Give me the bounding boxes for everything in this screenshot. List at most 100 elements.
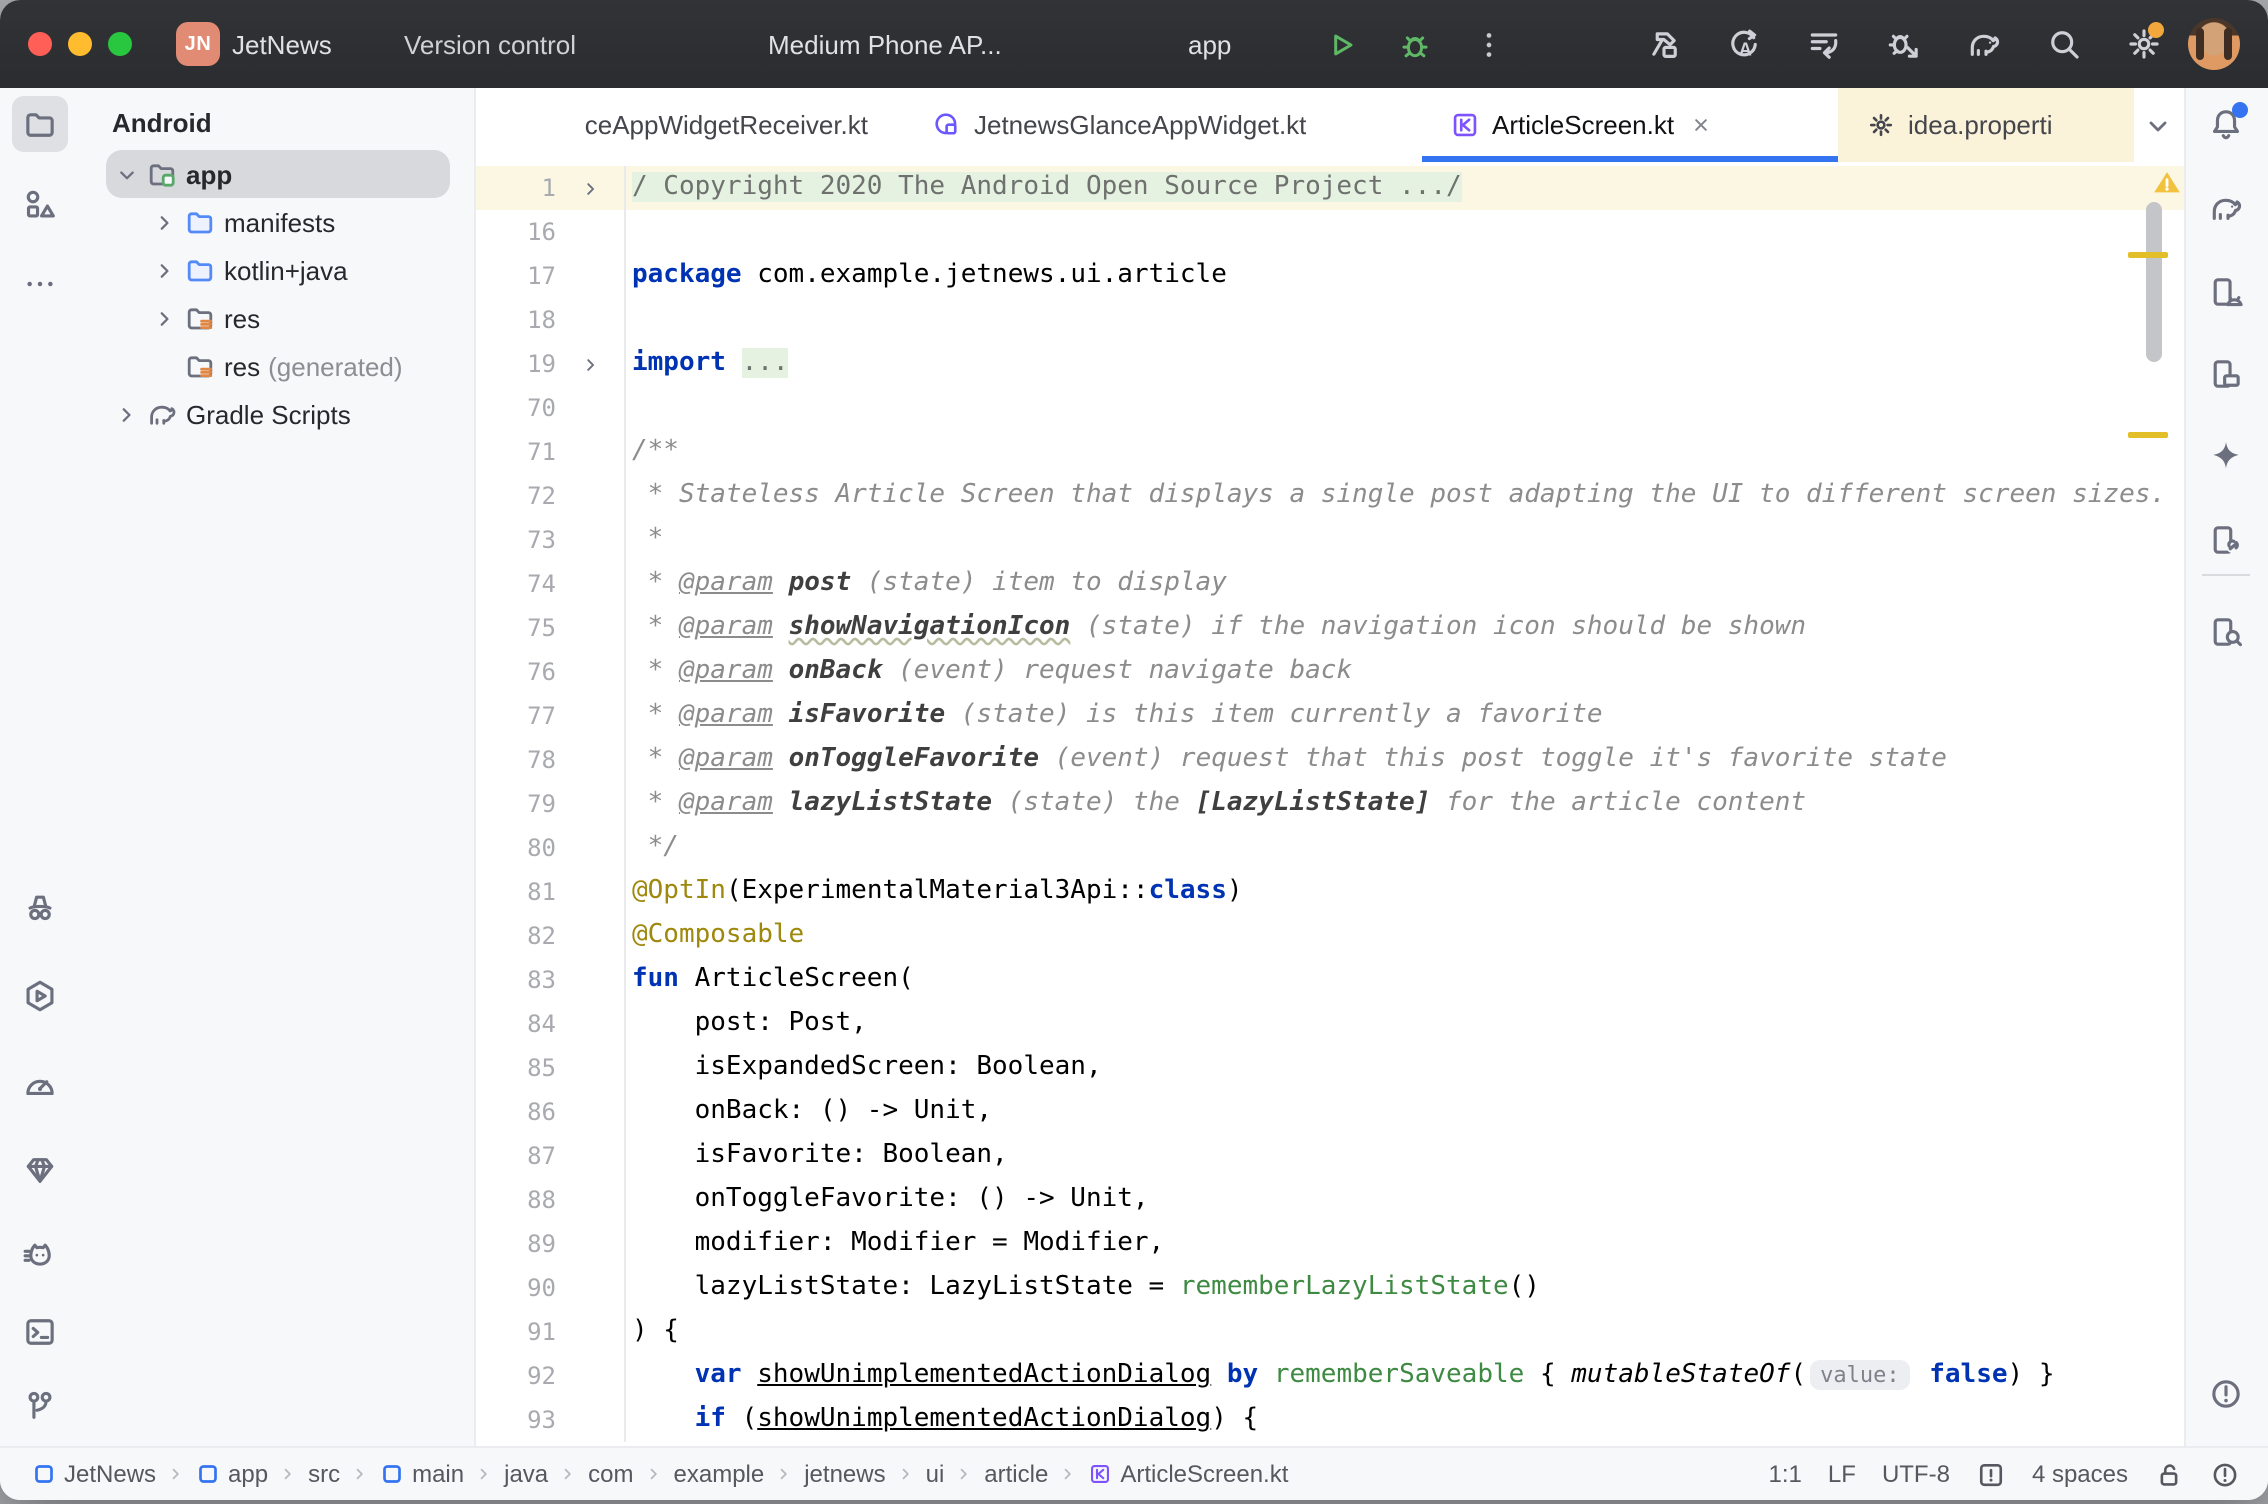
app-links-assistant-button[interactable] [2198,512,2254,568]
breadcrumb-articlescreen-kt[interactable]: ArticleScreen.kt [1088,1460,1288,1488]
code-line-90[interactable]: 90 lazyListState: LazyListState = rememb… [476,1266,2186,1310]
build-button[interactable] [1642,22,1686,66]
line-number[interactable]: 78 [476,738,556,782]
line-number[interactable]: 72 [476,474,556,518]
code-line-87[interactable]: 87 isFavorite: Boolean, [476,1134,2186,1178]
code-line-84[interactable]: 84 post: Post, [476,1002,2186,1046]
code-line-92[interactable]: 92 var showUnimplementedActionDialog by … [476,1354,2186,1398]
line-number[interactable]: 93 [476,1398,556,1442]
editor-scrollbar[interactable] [2146,202,2162,362]
chevron-right-icon[interactable] [148,209,182,235]
problems-button[interactable] [2198,1366,2254,1422]
code-line-18[interactable]: 18 [476,298,2186,342]
tree-item-gradle-scripts[interactable]: Gradle Scripts [106,390,450,438]
code-line-74[interactable]: 74 * @param post (state) item to display [476,562,2186,606]
app-inspection-button[interactable] [12,880,68,936]
code-line-77[interactable]: 77 * @param isFavorite (state) is this i… [476,694,2186,738]
more-run-options-button[interactable] [1466,22,1510,66]
gemini-button[interactable] [2198,428,2254,484]
line-number[interactable]: 86 [476,1090,556,1134]
sync-project-with-gradle-button[interactable] [1962,22,2006,66]
code-line-83[interactable]: 83fun ArticleScreen( [476,958,2186,1002]
code-line-76[interactable]: 76 * @param onBack (event) request navig… [476,650,2186,694]
line-number[interactable]: 90 [476,1266,556,1310]
services-button[interactable] [12,968,68,1024]
tab-articlescreen-kt[interactable]: ArticleScreen.kt [1422,88,1838,162]
settings-button[interactable] [2122,22,2166,66]
device-explorer-button[interactable] [2198,604,2254,660]
version-control-button[interactable] [12,1378,68,1434]
line-number[interactable]: 77 [476,694,556,738]
code-line-78[interactable]: 78 * @param onToggleFavorite (event) req… [476,738,2186,782]
code-viewport[interactable]: 1/ Copyright 2020 The Android Open Sourc… [476,162,2186,1448]
breadcrumb-src[interactable]: src [308,1460,340,1488]
caret-position[interactable]: 1:1 [1769,1460,1802,1488]
chevron-down-icon[interactable] [110,161,144,187]
code-line-73[interactable]: 73 * [476,518,2186,562]
breadcrumb-java[interactable]: java [504,1460,548,1488]
code-line-86[interactable]: 86 onBack: () -> Unit, [476,1090,2186,1134]
profiler-button[interactable] [12,1056,68,1112]
line-number[interactable]: 83 [476,958,556,1002]
logcat-button[interactable] [12,1228,68,1284]
code-line-79[interactable]: 79 * @param lazyListState (state) the [L… [476,782,2186,826]
search-everywhere-button[interactable] [2042,22,2086,66]
breadcrumb-com[interactable]: com [588,1460,633,1488]
line-number[interactable]: 74 [476,562,556,606]
terminal-button[interactable] [12,1304,68,1360]
code-line-85[interactable]: 85 isExpandedScreen: Boolean, [476,1046,2186,1090]
code-line-1[interactable]: 1/ Copyright 2020 The Android Open Sourc… [476,166,2186,210]
fold-chevron-icon[interactable] [556,166,624,210]
close-tab-icon[interactable] [1690,114,1712,136]
device-manager-button[interactable] [2198,264,2254,320]
line-number[interactable]: 87 [476,1134,556,1178]
line-number[interactable]: 17 [476,254,556,298]
code-line-71[interactable]: 71/** [476,430,2186,474]
vcs-widget[interactable]: Version control [404,0,588,88]
code-line-75[interactable]: 75 * @param showNavigationIcon (state) i… [476,606,2186,650]
code-line-81[interactable]: 81@OptIn(ExperimentalMaterial3Api::class… [476,870,2186,914]
inspection-highlights[interactable] [1976,1459,2006,1489]
line-number[interactable]: 16 [476,210,556,254]
code-line-91[interactable]: 91) { [476,1310,2186,1354]
line-number[interactable]: 75 [476,606,556,650]
run-button[interactable] [1318,22,1362,66]
tree-item-res[interactable]: res [106,294,450,342]
user-avatar[interactable] [2188,18,2240,70]
gradle-button[interactable] [2198,180,2254,236]
indentation[interactable]: 4 spaces [2032,1460,2128,1488]
line-number[interactable]: 73 [476,518,556,562]
breadcrumb-jetnews[interactable]: jetnews [804,1460,885,1488]
code-line-17[interactable]: 17package com.example.jetnews.ui.article [476,254,2186,298]
line-number[interactable]: 19 [476,342,556,386]
line-number[interactable]: 80 [476,826,556,870]
file-writable[interactable] [2154,1459,2184,1489]
tree-item-manifests[interactable]: manifests [106,198,450,246]
breadcrumb-example[interactable]: example [674,1460,765,1488]
chevron-right-icon[interactable] [110,401,144,427]
running-devices-button[interactable] [2198,346,2254,402]
notifications-button[interactable] [2198,96,2254,152]
code-line-93[interactable]: 93 if (showUnimplementedActionDialog) { [476,1398,2186,1442]
project-tool-window-button[interactable] [12,96,68,152]
code-line-70[interactable]: 70 [476,386,2186,430]
attach-debugger-to-process-button[interactable] [1882,22,1926,66]
code-line-88[interactable]: 88 onToggleFavorite: () -> Unit, [476,1178,2186,1222]
tree-item-app[interactable]: app [106,150,450,198]
code-line-89[interactable]: 89 modifier: Modifier = Modifier, [476,1222,2186,1266]
apply-code-changes-button[interactable] [1802,22,1846,66]
file-encoding[interactable]: UTF-8 [1882,1460,1950,1488]
line-number[interactable]: 79 [476,782,556,826]
code-line-19[interactable]: 19import ... [476,342,2186,386]
line-number[interactable]: 89 [476,1222,556,1266]
breadcrumb-jetnews[interactable]: JetNews [32,1460,156,1488]
tab-ceappwidgetreceiver-kt[interactable]: ceAppWidgetReceiver.kt [476,88,904,162]
tree-item-res[interactable]: res(generated) [106,342,450,390]
code-line-16[interactable]: 16 [476,210,2186,254]
line-number[interactable]: 85 [476,1046,556,1090]
app-quality-insights-button[interactable] [12,1142,68,1198]
fullscreen-window-button[interactable] [108,32,132,56]
more-tool-windows-button[interactable] [12,256,68,312]
line-number[interactable]: 70 [476,386,556,430]
breadcrumb-article[interactable]: article [984,1460,1048,1488]
